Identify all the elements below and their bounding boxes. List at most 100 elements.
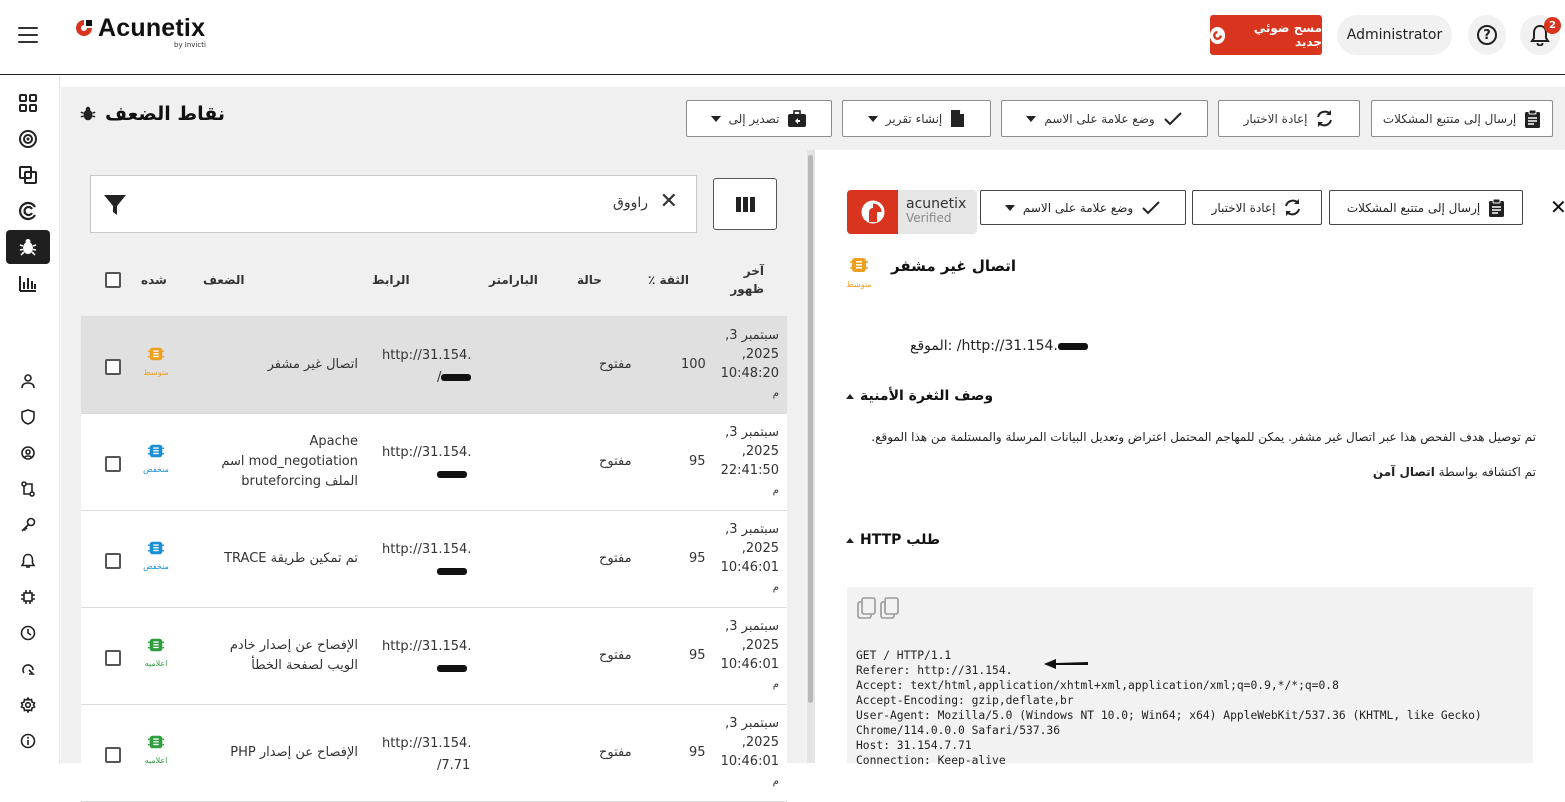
http-request-heading-text: طلب HTTP [860, 532, 940, 548]
col-last-seen[interactable]: آخر ظهور [726, 242, 764, 317]
clear-search-icon[interactable]: ✕ [660, 191, 678, 213]
table-row[interactable]: اعلاميه الإفصاح عن إصدار PHP http://31.1… [81, 705, 787, 802]
severity-medium-badge: متوسط [141, 345, 171, 377]
menu-hamburger-icon[interactable] [18, 27, 38, 43]
table-row[interactable]: منخفض تم تمكين طريقة TRACE http://31.154… [81, 511, 787, 608]
url-text: http://31.154. [382, 639, 471, 654]
chevron-down-icon [1026, 116, 1036, 122]
scans-icon [18, 165, 38, 185]
send-to-issue-tracker-button[interactable]: إرسال إلى متتبع المشكلات [1371, 100, 1553, 137]
sidebar-item-notifications[interactable] [6, 544, 50, 578]
filter-icon[interactable] [103, 193, 127, 217]
export-to-button[interactable]: تصدير إلى [686, 100, 832, 137]
sidebar-item-about[interactable] [6, 724, 50, 758]
new-scan-button[interactable]: مسح ضوئي جديد [1210, 15, 1322, 55]
sidebar-item-reports[interactable] [6, 266, 50, 300]
notifications-button[interactable]: 2 [1520, 15, 1560, 55]
close-detail-icon[interactable]: ✕ [1550, 195, 1565, 219]
notifications-icon [20, 553, 36, 569]
col-parameter[interactable]: البارامتر [489, 242, 538, 317]
vuln-description-heading[interactable]: وصف الثغرة الأمنية [846, 388, 993, 404]
row-checkbox[interactable] [105, 359, 121, 375]
sidebar-item-users[interactable] [6, 364, 50, 398]
http-request-heading[interactable]: طلب HTTP [846, 532, 940, 548]
acunetix-verified-icon [847, 190, 898, 234]
vuln-name: الإفصاح عن إصدار PHP [208, 743, 358, 763]
send-to-issue-tracker-label: إرسال إلى متتبع المشكلات [1383, 112, 1516, 126]
date-text: سبتمبر 3, [725, 328, 779, 343]
url-text-2: /7.71 [437, 758, 470, 773]
vuln-status: مفتوح [599, 357, 632, 372]
row-checkbox[interactable] [105, 456, 121, 472]
vuln-url: http://31.154. [382, 636, 492, 680]
user-menu-button[interactable]: Administrator [1337, 15, 1452, 55]
bug-info-icon [147, 636, 165, 654]
columns-button[interactable] [713, 178, 777, 230]
vuln-last-seen: سبتمبر 3,2025,10:46:01م [721, 714, 779, 791]
sidebar-item-integrations[interactable] [6, 472, 50, 506]
retest-button[interactable]: إعادة الاختبار [1218, 100, 1360, 137]
table-row[interactable]: متوسط اتصال غير مشفر http://31.154./ مفت… [81, 317, 787, 414]
list-scrollbar[interactable] [808, 155, 813, 703]
sidebar-item-history[interactable] [6, 616, 50, 650]
detail-send-to-issue-tracker-label: إرسال إلى متتبع المشكلات [1347, 201, 1480, 215]
refresh-icon [1315, 109, 1334, 128]
export-icon [20, 661, 36, 677]
bug-icon [79, 105, 97, 123]
sidebar-item-agents[interactable] [6, 580, 50, 614]
sidebar-item-settings[interactable] [6, 688, 50, 722]
sidebar-item-api-keys[interactable] [6, 508, 50, 542]
help-button[interactable]: ? [1468, 15, 1506, 55]
year-text: 2025, [742, 541, 779, 556]
vuln-status: مفتوح [599, 745, 632, 760]
vuln-url: http://31.154. [382, 539, 492, 583]
detected-by-prefix: تم اكتشافه بواسطة [1439, 465, 1536, 479]
brand-sub: by Invicti [174, 41, 206, 49]
detail-retest-button[interactable]: إعادة الاختبار [1192, 190, 1322, 225]
ampm-text: م [773, 485, 779, 496]
time-text: 10:46:01 [721, 657, 779, 672]
table-row[interactable]: منخفض Apache mod_negotiation اسم الملف b… [81, 414, 787, 511]
col-confidence[interactable]: الثقة ٪ [648, 242, 689, 317]
vuln-status: مفتوح [599, 551, 632, 566]
refresh-icon [1283, 198, 1302, 217]
detail-mark-as-button[interactable]: وضع علامة على الاسم [980, 190, 1186, 225]
row-checkbox[interactable] [105, 650, 121, 666]
select-all-checkbox[interactable] [105, 272, 121, 288]
col-vulnerability[interactable]: الضعف [203, 242, 245, 317]
search-box[interactable]: راووق ✕ [90, 175, 697, 233]
users-icon [20, 373, 36, 389]
generate-report-button[interactable]: إنشاء تقرير [842, 100, 991, 137]
col-status[interactable]: حالة [577, 242, 602, 317]
help-icon: ? [1477, 25, 1497, 45]
severity-label: منخفض [141, 465, 171, 474]
sidebar-item-security[interactable] [6, 400, 50, 434]
sidebar-item-export[interactable] [6, 652, 50, 686]
sidebar-item-dashboard[interactable] [6, 86, 50, 120]
vuln-url: http://31.154. [382, 442, 492, 486]
detail-send-to-issue-tracker-button[interactable]: إرسال إلى متتبع المشكلات [1329, 190, 1523, 225]
table-row[interactable]: اعلاميه الإفصاح عن إصدار خادم الويب لصفح… [81, 608, 787, 705]
sidebar-item-vulnerabilities[interactable] [6, 230, 50, 264]
redaction-mark [1058, 343, 1088, 350]
sidebar-item-targets[interactable] [6, 122, 50, 156]
copy-icon[interactable] [857, 597, 903, 619]
vuln-confidence: 95 [689, 551, 706, 566]
export-to-label: تصدير إلى [729, 112, 780, 126]
search-input[interactable]: راووق [613, 195, 648, 211]
row-checkbox[interactable] [105, 553, 121, 569]
col-url[interactable]: الرابط [372, 242, 410, 317]
sidebar-item-roles[interactable] [6, 436, 50, 470]
mark-as-button[interactable]: وضع علامة على الاسم [1001, 100, 1208, 137]
severity-low-badge: منخفض [141, 442, 171, 474]
row-checkbox[interactable] [105, 747, 121, 763]
chevron-down-icon [868, 116, 878, 122]
severity-info-badge: اعلاميه [141, 733, 171, 765]
sidebar-item-scans[interactable] [6, 158, 50, 192]
date-text: سبتمبر 3, [725, 522, 779, 537]
sidebar-item-scan-profiles[interactable] [6, 194, 50, 228]
clipboard-icon [1524, 109, 1541, 129]
shield-icon [20, 409, 36, 425]
detected-by: تم اكتشافه بواسطة اتصال آمن [846, 465, 1536, 479]
col-severity[interactable]: شده [141, 242, 167, 317]
